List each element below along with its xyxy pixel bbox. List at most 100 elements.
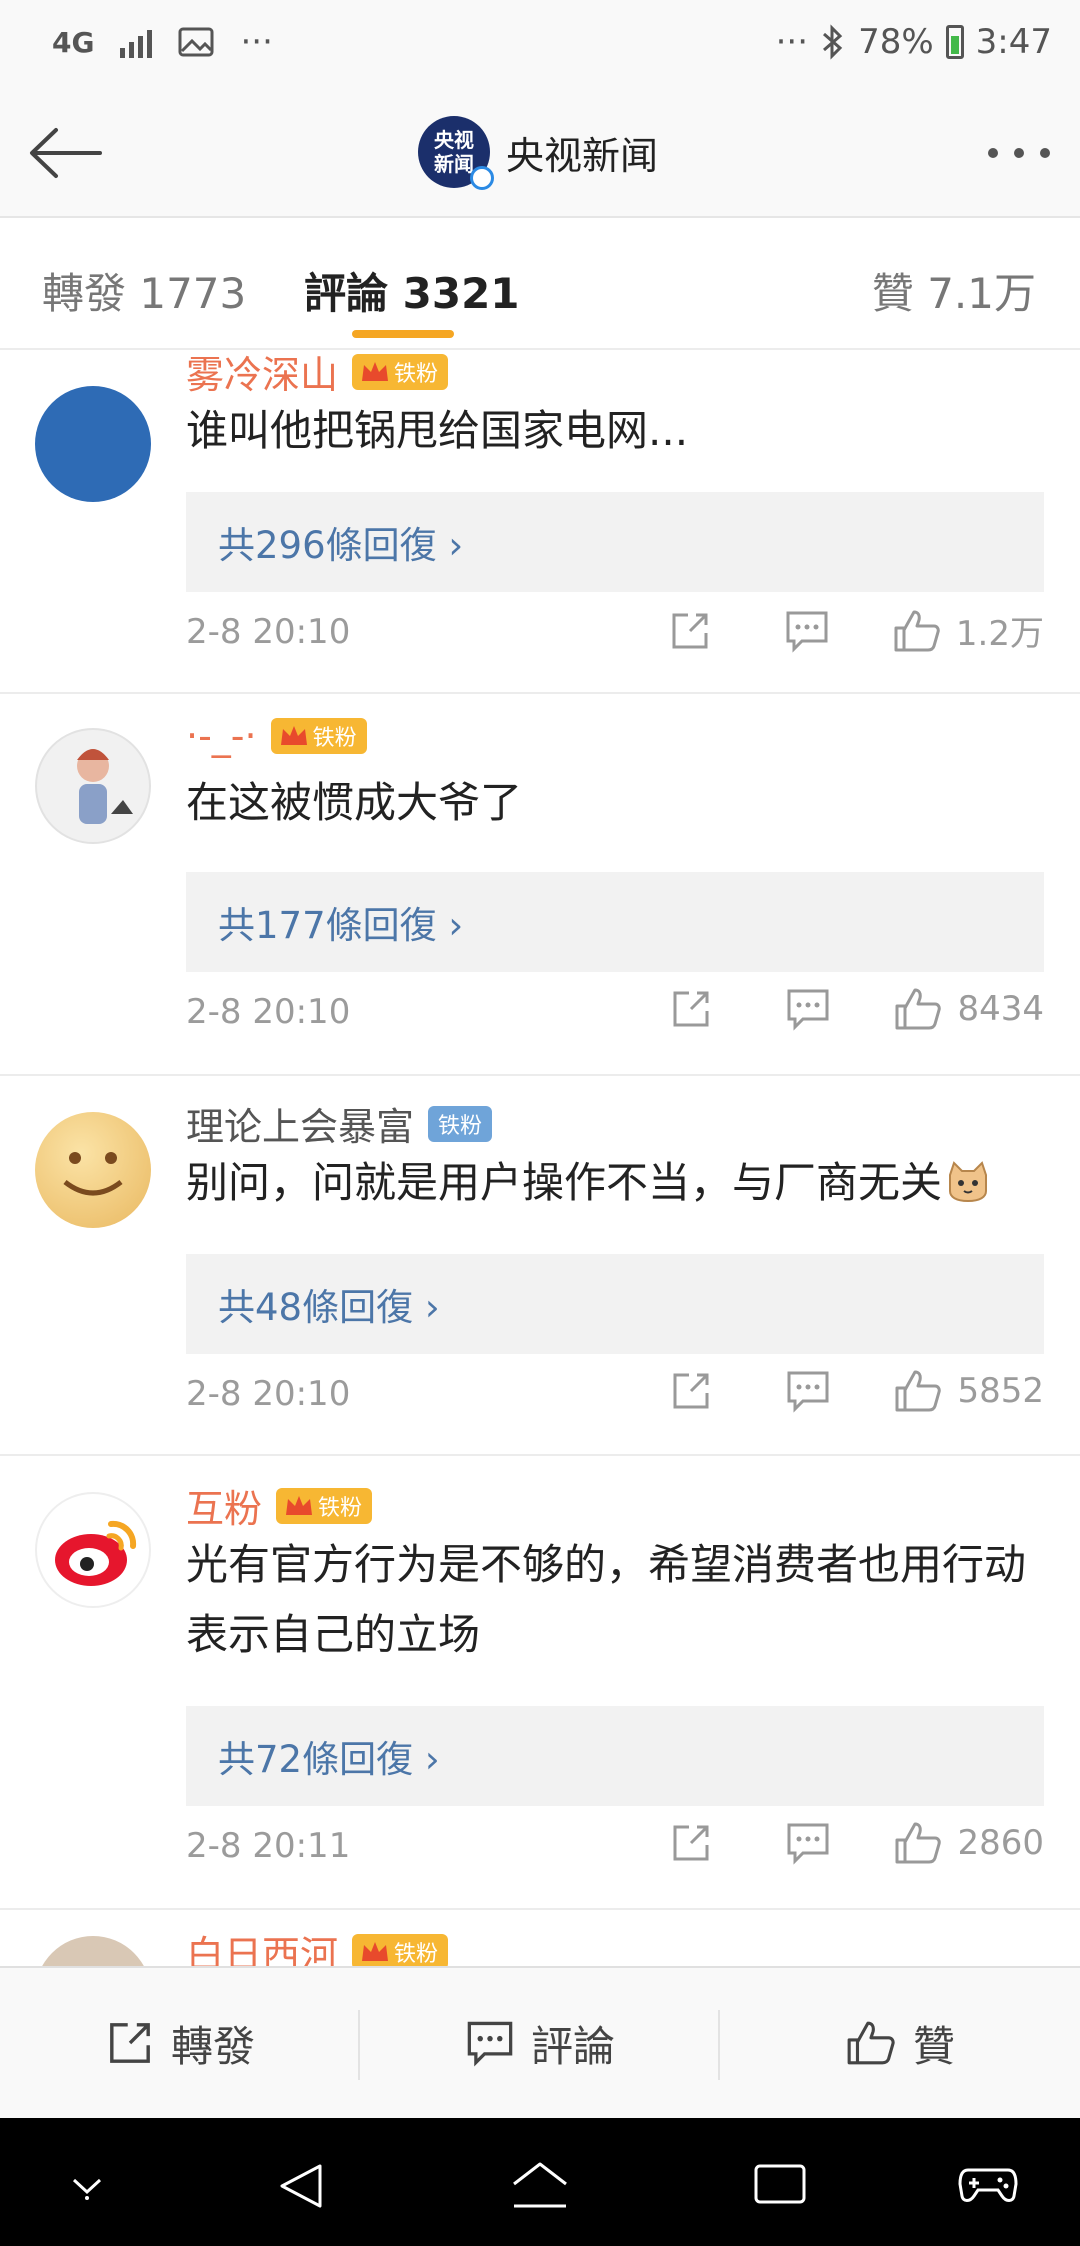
comment-icon [467,2021,513,2067]
like-count: 2860 [957,1823,1044,1863]
like-icon[interactable] [892,608,942,654]
comment-icon[interactable] [785,1821,831,1865]
repost-icon[interactable] [669,1821,713,1865]
comment-author[interactable]: 理论上会暴富 铁粉 [186,1096,493,1151]
comment-item: 理论上会暴富 铁粉 别问，问就是用户操作不当，与厂商无关 共48條回復 › 2-… [0,1076,1080,1456]
tab-comments[interactable]: 評論 3321 [304,260,520,321]
repost-button[interactable]: 轉發 [0,1968,360,2118]
account-title[interactable]: 央视 新闻 央视新闻 [418,116,658,190]
status-bar: 4G ··· ··· 78% 3:47 [0,0,1080,90]
back-nav-icon[interactable] [276,2160,328,2212]
battery-percent: 78% [858,22,934,62]
like-icon[interactable] [893,1820,943,1866]
fan-badge: 铁粉 [428,1105,493,1142]
comment-item: 白日西河 铁粉 [0,1910,1080,1968]
like-icon[interactable] [893,986,943,1032]
comment-button[interactable]: 評論 [360,1968,720,2118]
view-replies-button[interactable]: 共177條回復 › [186,872,1044,972]
like-count: 8434 [957,989,1044,1029]
repost-icon[interactable] [669,1369,713,1413]
view-replies-button[interactable]: 共72條回復 › [186,1706,1044,1806]
crown-icon [280,726,307,745]
comment-item: 互粉 铁粉 光有官方行为是不够的，希望消费者也用行动表示自己的立场 共72條回復… [0,1456,1080,1910]
home-nav-icon[interactable] [510,2160,570,2212]
avatar-illustration [77,749,133,824]
username[interactable]: 雾冷深山 [186,350,338,399]
comment-item: 雾冷深山 铁粉 谁叫他把锅甩给国家电网... 共296條回復 › 2-8 20:… [0,350,1080,694]
logo-text-top: 央视 [434,128,474,152]
like-icon [847,2021,895,2065]
comment-author[interactable]: 白日西河 铁粉 [186,1924,449,1968]
back-arrow-icon [30,128,102,178]
comment-time: 2-8 20:10 [186,1374,351,1414]
username[interactable]: 理论上会暴富 [186,1096,414,1151]
comment-author[interactable]: ·-_-· 铁粉 [186,714,367,758]
user-avatar[interactable] [35,1112,151,1228]
username[interactable]: 白日西河 [186,1924,338,1968]
game-controller-icon[interactable] [958,2160,1018,2206]
username[interactable]: 互粉 [186,1478,262,1533]
comment-text-body: 别问，问就是用户操作不当，与厂商无关 [186,1158,943,1207]
cat-emoji-icon [949,1161,988,1203]
back-button[interactable] [26,118,106,188]
username[interactable]: ·-_-· [186,714,257,758]
system-navigation-bar [0,2118,1080,2246]
crown-icon [362,361,389,381]
comment-author[interactable]: 雾冷深山 铁粉 [186,350,449,399]
comment-list: 雾冷深山 铁粉 谁叫他把锅甩给国家电网... 共296條回復 › 2-8 20:… [0,350,1080,1968]
logo-text-bottom: 新闻 [434,152,474,176]
comment-time: 2-8 20:11 [186,1826,351,1866]
comment-text: 光有官方行为是不够的，希望消费者也用行动表示自己的立场 [186,1540,1027,1659]
comment-icon[interactable] [785,1369,831,1413]
comment-icon[interactable] [785,987,831,1031]
fan-badge: 铁粉 [270,718,367,754]
weibo-logo-icon [55,1520,137,1586]
bottom-action-bar: 轉發 評論 贊 [0,1966,1080,2118]
fan-badge: 铁粉 [276,1487,373,1524]
tab-reposts[interactable]: 轉發 1773 [42,260,246,321]
like-icon[interactable] [893,1368,943,1414]
fan-badge-label: 铁粉 [438,1113,483,1139]
fan-badge-label: 铁粉 [394,1941,439,1967]
user-avatar[interactable] [35,386,151,502]
repost-icon[interactable] [668,609,712,653]
account-avatar[interactable]: 央视 新闻 [418,116,494,190]
comment-text: 谁叫他把锅甩给国家电网... [186,406,689,455]
battery-icon [945,25,964,59]
hide-keyboard-icon[interactable] [64,2160,110,2206]
user-avatar[interactable] [35,728,151,844]
more-options-button[interactable] [988,148,1050,158]
fan-badge-label: 铁粉 [312,726,357,751]
network-indicator: 4G [52,25,95,59]
verified-icon [470,166,494,190]
repost-label: 轉發 [170,2021,255,2071]
like-count: 5852 [957,1371,1044,1411]
signal-icon [120,26,153,58]
repost-icon[interactable] [669,987,713,1031]
like-button[interactable]: 贊 [720,1968,1080,2118]
comment-text: 别问，问就是用户操作不当，与厂商无关 [186,1148,1050,1218]
repost-icon [110,2023,150,2063]
user-avatar[interactable] [35,1492,151,1608]
recent-apps-icon[interactable] [752,2160,808,2208]
like-label: 贊 [912,2021,955,2071]
tab-likes[interactable]: 贊 7.1万 [872,260,1036,321]
comment-time: 2-8 20:10 [186,992,351,1032]
clock: 3:47 [975,22,1052,62]
tab-bar: 轉發 1773 評論 3321 贊 7.1万 [0,218,1080,350]
account-name[interactable]: 央视新闻 [506,125,658,180]
comment-author[interactable]: 互粉 铁粉 [186,1478,373,1533]
comment-label: 評論 [530,2021,615,2071]
image-icon [178,27,214,57]
active-tab-indicator [352,330,454,338]
comment-time: 2-8 20:10 [186,612,351,652]
notification-dots: ··· [240,22,273,62]
view-replies-button[interactable]: 共296條回復 › [186,492,1044,592]
comment-actions: 5852 [669,1368,1044,1414]
view-replies-button[interactable]: 共48條回復 › [186,1254,1044,1354]
comment-actions: 8434 [669,986,1044,1032]
user-avatar[interactable] [35,1936,151,1968]
fan-badge: 铁粉 [352,1933,449,1968]
comment-icon[interactable] [784,609,830,653]
more-notifications-dots: ··· [775,22,809,62]
